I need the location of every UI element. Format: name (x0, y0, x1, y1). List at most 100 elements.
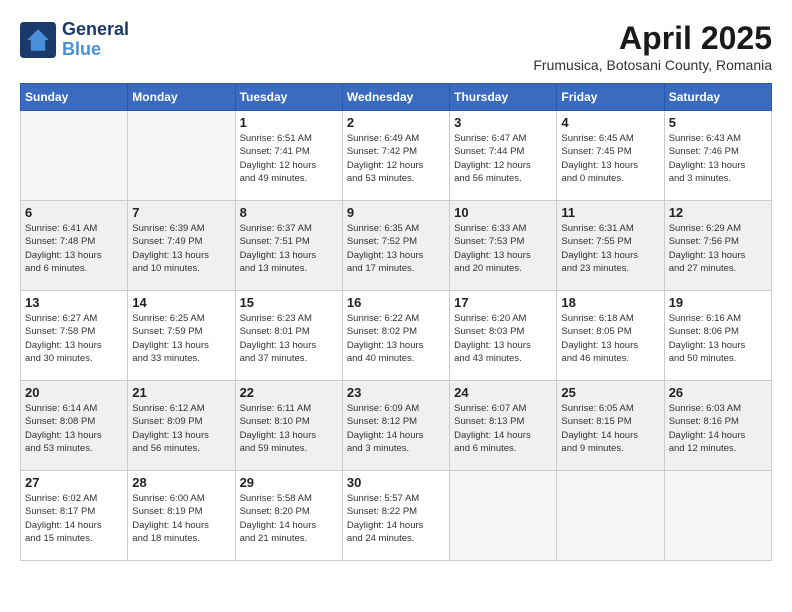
calendar-cell (450, 471, 557, 561)
day-number: 14 (132, 295, 230, 310)
logo-icon (20, 22, 56, 58)
calendar-header-tuesday: Tuesday (235, 84, 342, 111)
day-number: 21 (132, 385, 230, 400)
day-info: Sunrise: 6:51 AM Sunset: 7:41 PM Dayligh… (240, 132, 338, 185)
day-number: 19 (669, 295, 767, 310)
day-number: 1 (240, 115, 338, 130)
calendar-header-wednesday: Wednesday (342, 84, 449, 111)
day-info: Sunrise: 6:47 AM Sunset: 7:44 PM Dayligh… (454, 132, 552, 185)
logo: General Blue (20, 20, 129, 60)
day-number: 17 (454, 295, 552, 310)
day-info: Sunrise: 6:22 AM Sunset: 8:02 PM Dayligh… (347, 312, 445, 365)
day-info: Sunrise: 6:23 AM Sunset: 8:01 PM Dayligh… (240, 312, 338, 365)
calendar-cell: 3Sunrise: 6:47 AM Sunset: 7:44 PM Daylig… (450, 111, 557, 201)
day-info: Sunrise: 6:33 AM Sunset: 7:53 PM Dayligh… (454, 222, 552, 275)
day-info: Sunrise: 6:20 AM Sunset: 8:03 PM Dayligh… (454, 312, 552, 365)
calendar-cell: 5 Sunrise: 6:43 AM Sunset: 7:46 PM Daylig… (664, 111, 771, 201)
day-number: 12 (669, 205, 767, 220)
day-info: Sunrise: 6:31 AM Sunset: 7:55 PM Dayligh… (561, 222, 659, 275)
day-number: 13 (25, 295, 123, 310)
day-info: Sunrise: 6:05 AM Sunset: 8:15 PM Dayligh… (561, 402, 659, 455)
day-info: Sunrise: 6:00 AM Sunset: 8:19 PM Dayligh… (132, 492, 230, 545)
day-number: 8 (240, 205, 338, 220)
day-info: Sunrise: 6:25 AM Sunset: 7:59 PM Dayligh… (132, 312, 230, 365)
calendar-cell (664, 471, 771, 561)
calendar-cell: 13 Sunrise: 6:27 AM Sunset: 7:58 PM Dayli… (21, 291, 128, 381)
calendar-cell: 23 Sunrise: 6:09 AM Sunset: 8:12 PM Dayli… (342, 381, 449, 471)
day-number: 20 (25, 385, 123, 400)
calendar-cell: 15 Sunrise: 6:23 AM Sunset: 8:01 PM Dayli… (235, 291, 342, 381)
day-info: Sunrise: 6:09 AM Sunset: 8:12 PM Dayligh… (347, 402, 445, 455)
day-number: 11 (561, 205, 659, 220)
day-number: 7 (132, 205, 230, 220)
calendar-cell: 22 Sunrise: 6:11 AM Sunset: 8:10 PM Dayli… (235, 381, 342, 471)
day-number: 15 (240, 295, 338, 310)
calendar-cell: 26 Sunrise: 6:03 AM Sunset: 8:16 PM Dayli… (664, 381, 771, 471)
day-number: 25 (561, 385, 659, 400)
day-info: Sunrise: 6:18 AM Sunset: 8:05 PM Dayligh… (561, 312, 659, 365)
calendar-week-row-5: 27 Sunrise: 6:02 AM Sunset: 8:17 PM Dayli… (21, 471, 772, 561)
day-number: 4 (561, 115, 659, 130)
calendar-cell: 17 Sunrise: 6:20 AM Sunset: 8:03 PM Dayli… (450, 291, 557, 381)
day-info: Sunrise: 6:16 AM Sunset: 8:06 PM Dayligh… (669, 312, 767, 365)
calendar-cell: 1 Sunrise: 6:51 AM Sunset: 7:41 PM Daylig… (235, 111, 342, 201)
day-number: 2 (347, 115, 445, 130)
calendar-cell: 20 Sunrise: 6:14 AM Sunset: 8:08 PM Dayli… (21, 381, 128, 471)
day-number: 22 (240, 385, 338, 400)
calendar-cell: 14 Sunrise: 6:25 AM Sunset: 7:59 PM Dayli… (128, 291, 235, 381)
day-info: Sunrise: 6:43 AM Sunset: 7:46 PM Dayligh… (669, 132, 767, 185)
day-info: Sunrise: 6:49 AM Sunset: 7:42 PM Dayligh… (347, 132, 445, 185)
calendar-cell (128, 111, 235, 201)
calendar-week-row-2: 6 Sunrise: 6:41 AM Sunset: 7:48 PM Daylig… (21, 201, 772, 291)
calendar-cell: 7 Sunrise: 6:39 AM Sunset: 7:49 PM Daylig… (128, 201, 235, 291)
month-title: April 2025 (533, 20, 772, 57)
calendar-cell: 24Sunrise: 6:07 AM Sunset: 8:13 PM Dayli… (450, 381, 557, 471)
day-info: Sunrise: 6:29 AM Sunset: 7:56 PM Dayligh… (669, 222, 767, 275)
calendar-cell: 19 Sunrise: 6:16 AM Sunset: 8:06 PM Dayli… (664, 291, 771, 381)
day-number: 6 (25, 205, 123, 220)
day-info: Sunrise: 6:27 AM Sunset: 7:58 PM Dayligh… (25, 312, 123, 365)
day-info: Sunrise: 6:14 AM Sunset: 8:08 PM Dayligh… (25, 402, 123, 455)
day-number: 18 (561, 295, 659, 310)
calendar-header-friday: Friday (557, 84, 664, 111)
subtitle: Frumusica, Botosani County, Romania (533, 57, 772, 73)
calendar-cell (557, 471, 664, 561)
calendar-cell: 6 Sunrise: 6:41 AM Sunset: 7:48 PM Daylig… (21, 201, 128, 291)
calendar-cell (21, 111, 128, 201)
day-number: 23 (347, 385, 445, 400)
day-number: 28 (132, 475, 230, 490)
calendar-cell: 4Sunrise: 6:45 AM Sunset: 7:45 PM Daylig… (557, 111, 664, 201)
calendar-header-row: SundayMondayTuesdayWednesdayThursdayFrid… (21, 84, 772, 111)
day-number: 29 (240, 475, 338, 490)
calendar-cell: 28 Sunrise: 6:00 AM Sunset: 8:19 PM Dayli… (128, 471, 235, 561)
calendar-cell: 30 Sunrise: 5:57 AM Sunset: 8:22 PM Dayli… (342, 471, 449, 561)
day-info: Sunrise: 6:37 AM Sunset: 7:51 PM Dayligh… (240, 222, 338, 275)
calendar-cell: 25 Sunrise: 6:05 AM Sunset: 8:15 PM Dayli… (557, 381, 664, 471)
day-info: Sunrise: 6:41 AM Sunset: 7:48 PM Dayligh… (25, 222, 123, 275)
day-number: 16 (347, 295, 445, 310)
day-number: 26 (669, 385, 767, 400)
calendar-week-row-3: 13 Sunrise: 6:27 AM Sunset: 7:58 PM Dayli… (21, 291, 772, 381)
day-number: 27 (25, 475, 123, 490)
day-info: Sunrise: 6:03 AM Sunset: 8:16 PM Dayligh… (669, 402, 767, 455)
calendar-cell: 12 Sunrise: 6:29 AM Sunset: 7:56 PM Dayli… (664, 201, 771, 291)
day-number: 30 (347, 475, 445, 490)
day-number: 10 (454, 205, 552, 220)
calendar-header-saturday: Saturday (664, 84, 771, 111)
calendar-cell: 10 Sunrise: 6:33 AM Sunset: 7:53 PM Dayli… (450, 201, 557, 291)
calendar-table: SundayMondayTuesdayWednesdayThursdayFrid… (20, 83, 772, 561)
day-info: Sunrise: 6:02 AM Sunset: 8:17 PM Dayligh… (25, 492, 123, 545)
day-info: Sunrise: 6:39 AM Sunset: 7:49 PM Dayligh… (132, 222, 230, 275)
calendar-cell: 9Sunrise: 6:35 AM Sunset: 7:52 PM Daylig… (342, 201, 449, 291)
day-number: 9 (347, 205, 445, 220)
calendar-cell: 21Sunrise: 6:12 AM Sunset: 8:09 PM Dayli… (128, 381, 235, 471)
calendar-cell: 8 Sunrise: 6:37 AM Sunset: 7:51 PM Daylig… (235, 201, 342, 291)
calendar-cell: 18 Sunrise: 6:18 AM Sunset: 8:05 PM Dayli… (557, 291, 664, 381)
day-info: Sunrise: 5:57 AM Sunset: 8:22 PM Dayligh… (347, 492, 445, 545)
day-info: Sunrise: 6:11 AM Sunset: 8:10 PM Dayligh… (240, 402, 338, 455)
title-section: April 2025 Frumusica, Botosani County, R… (533, 20, 772, 73)
day-number: 5 (669, 115, 767, 130)
calendar-cell: 16 Sunrise: 6:22 AM Sunset: 8:02 PM Dayli… (342, 291, 449, 381)
calendar-cell: 27 Sunrise: 6:02 AM Sunset: 8:17 PM Dayli… (21, 471, 128, 561)
calendar-body: 1 Sunrise: 6:51 AM Sunset: 7:41 PM Daylig… (21, 111, 772, 561)
